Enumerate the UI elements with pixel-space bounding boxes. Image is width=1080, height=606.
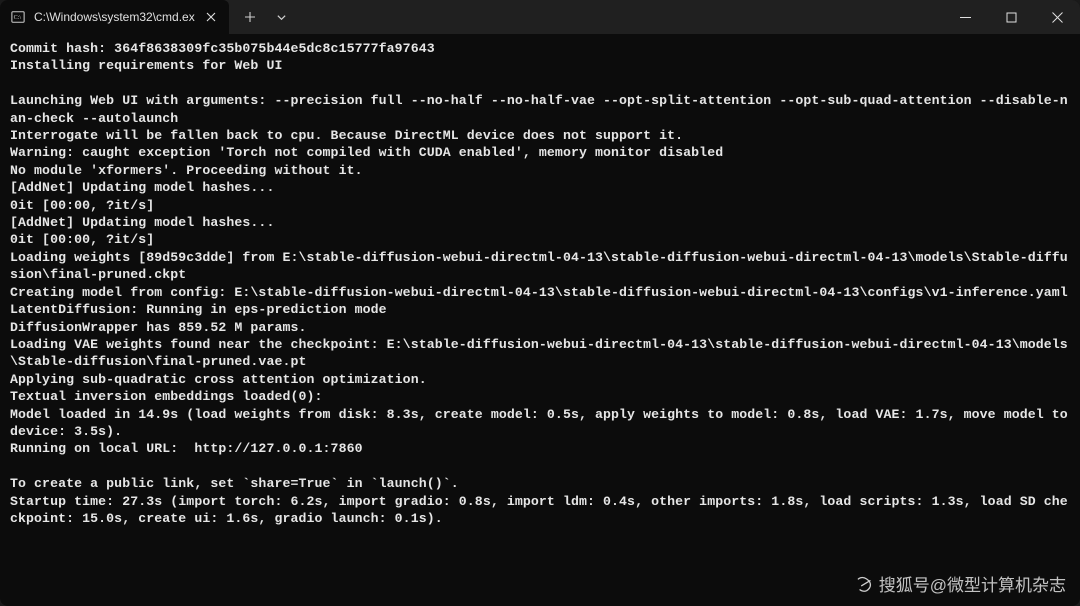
tab-close-button[interactable] [203,9,219,25]
tab-title: C:\Windows\system32\cmd.ex [34,10,195,24]
titlebar-drag-area[interactable] [303,0,942,34]
tab-actions [229,0,303,34]
close-button[interactable] [1034,0,1080,34]
terminal-output[interactable]: Commit hash: 364f8638309fc35b075b44e5dc8… [0,34,1080,606]
tab-active[interactable]: C:\ C:\Windows\system32\cmd.ex [0,0,229,34]
titlebar: C:\ C:\Windows\system32\cmd.ex [0,0,1080,34]
window-controls [942,0,1080,34]
new-tab-button[interactable] [235,3,265,31]
terminal-window: C:\ C:\Windows\system32\cmd.ex [0,0,1080,606]
tab-dropdown-button[interactable] [267,3,297,31]
maximize-button[interactable] [988,0,1034,34]
svg-text:C:\: C:\ [14,15,22,21]
cmd-icon: C:\ [10,9,26,25]
minimize-button[interactable] [942,0,988,34]
